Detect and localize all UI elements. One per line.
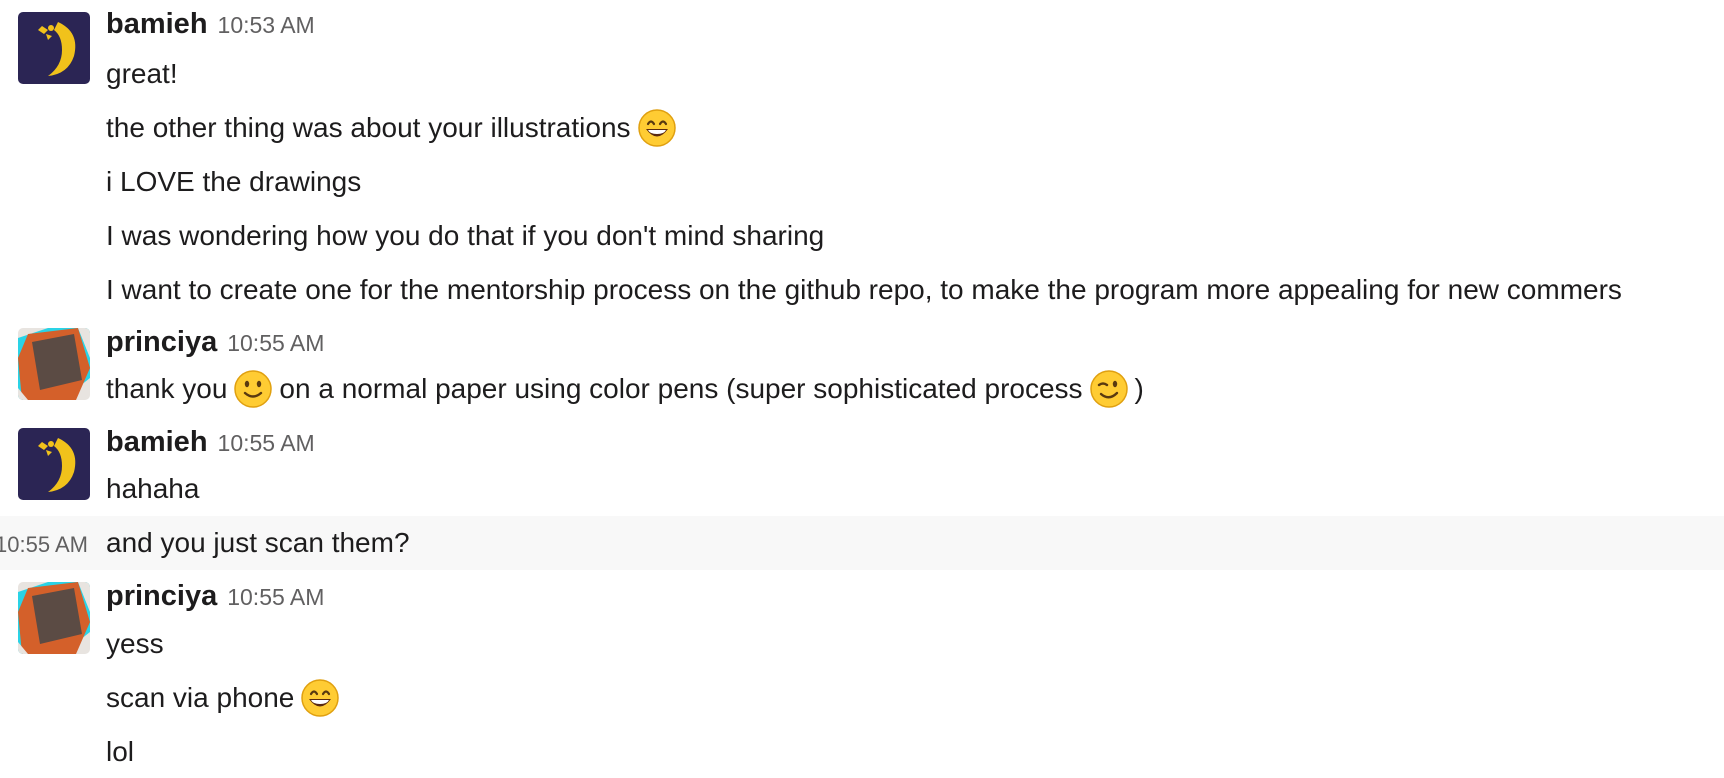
message-timestamp[interactable]: 10:55 AM bbox=[227, 584, 324, 611]
message-text: ) bbox=[1134, 373, 1144, 404]
user-avatar[interactable] bbox=[18, 12, 90, 84]
message-line: I was wondering how you do that if you d… bbox=[106, 216, 824, 256]
princiya-avatar-icon bbox=[18, 582, 90, 654]
slightly-smiling-face-emoji-icon bbox=[233, 369, 273, 409]
message-text: thank you bbox=[106, 373, 228, 404]
author-name[interactable]: princiya bbox=[106, 326, 217, 359]
message-text: the other thing was about your illustrat… bbox=[106, 112, 631, 143]
hover-timestamp[interactable]: 10:55 AM bbox=[0, 516, 88, 570]
message-header: princiya 10:55 AM bbox=[106, 326, 324, 366]
message-line: yess bbox=[106, 624, 164, 664]
message-header: princiya 10:55 AM bbox=[106, 580, 324, 620]
message-header: bamieh 10:55 AM bbox=[106, 426, 315, 466]
message-line: scan via phone bbox=[106, 678, 346, 718]
message-line: hahaha bbox=[106, 469, 199, 509]
message-timestamp[interactable]: 10:55 AM bbox=[218, 430, 315, 457]
message-text: hahaha bbox=[106, 473, 200, 504]
grinning-face-emoji-icon bbox=[300, 678, 340, 718]
bamieh-avatar-icon bbox=[18, 12, 90, 84]
author-name[interactable]: bamieh bbox=[106, 8, 208, 41]
bamieh-avatar-icon bbox=[18, 428, 90, 500]
message-text: great! bbox=[106, 58, 178, 89]
message-text: I want to create one for the mentorship … bbox=[106, 274, 1622, 305]
author-name[interactable]: bamieh bbox=[106, 426, 208, 459]
message-text: lol bbox=[106, 736, 135, 767]
message-header: bamieh 10:53 AM bbox=[106, 8, 315, 48]
winking-face-emoji-icon bbox=[1089, 369, 1129, 409]
message-text: yess bbox=[106, 628, 164, 659]
message-text: and you just scan them? bbox=[106, 527, 410, 558]
message-text: on a normal paper using color pens (supe… bbox=[279, 373, 1083, 404]
message-line: lol bbox=[106, 732, 134, 772]
message-line: great! bbox=[106, 54, 178, 94]
message-timestamp[interactable]: 10:53 AM bbox=[218, 12, 315, 39]
message-text: scan via phone bbox=[106, 682, 295, 713]
message-text: I was wondering how you do that if you d… bbox=[106, 220, 825, 251]
user-avatar[interactable] bbox=[18, 582, 90, 654]
grinning-face-emoji-icon bbox=[637, 108, 677, 148]
user-avatar[interactable] bbox=[18, 428, 90, 500]
message-text: i LOVE the drawings bbox=[106, 166, 362, 197]
message-timestamp[interactable]: 10:55 AM bbox=[227, 330, 324, 357]
message-line: i LOVE the drawings bbox=[106, 162, 361, 202]
user-avatar[interactable] bbox=[18, 328, 90, 400]
princiya-avatar-icon bbox=[18, 328, 90, 400]
author-name[interactable]: princiya bbox=[106, 580, 217, 613]
message-line: the other thing was about your illustrat… bbox=[106, 108, 683, 148]
message-line: thank you on a normal paper using color … bbox=[106, 369, 1144, 409]
message-line: and you just scan them? bbox=[106, 523, 410, 563]
message-line: I want to create one for the mentorship … bbox=[106, 270, 1622, 310]
